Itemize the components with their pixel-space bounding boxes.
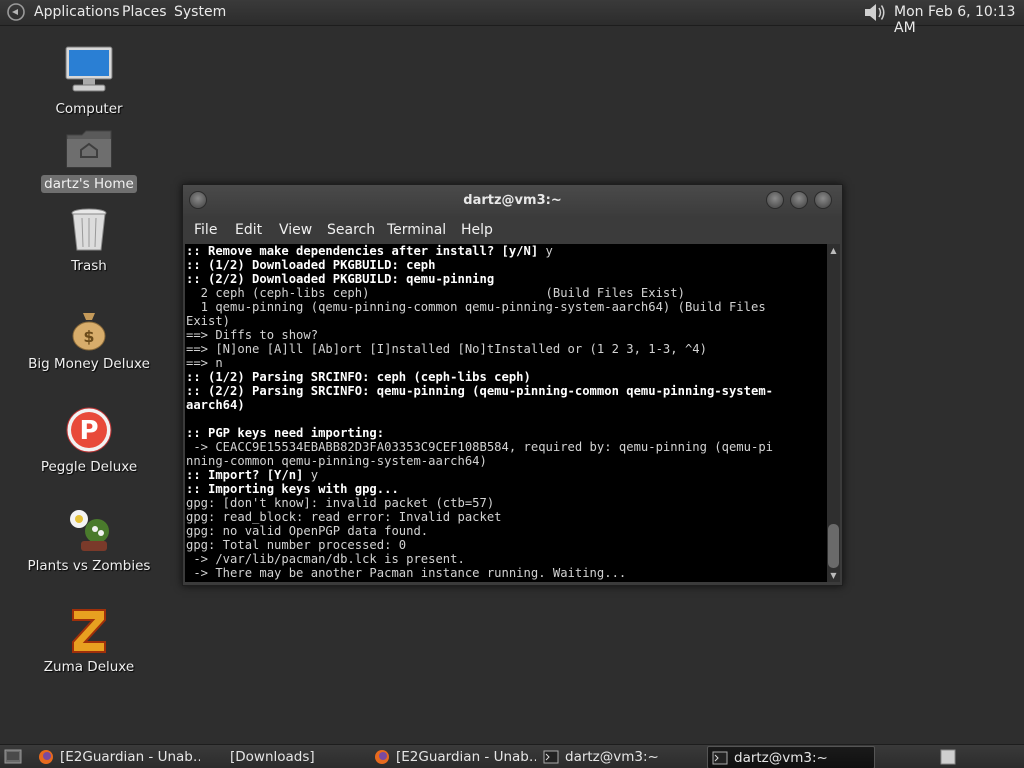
- zuma-icon: [72, 609, 106, 653]
- terminal-scrollbar[interactable]: ▲ ▼: [827, 244, 840, 582]
- terminal-line: ==> [N]one [A]ll [Ab]ort [I]nstalled [No…: [186, 342, 707, 356]
- desktop-icon-label: Computer: [55, 101, 123, 117]
- terminal-line: -> /var/lib/pacman/db.lck is present.: [186, 552, 465, 566]
- menu-search[interactable]: Search: [327, 222, 375, 238]
- svg-text:P: P: [79, 416, 98, 446]
- terminal-icon: [712, 751, 728, 765]
- taskbar-item-label: dartz@vm3:~: [734, 750, 828, 766]
- speaker-volume-icon[interactable]: [863, 2, 887, 23]
- top-panel: Applications Places System Mon Feb 6, 10…: [0, 0, 1024, 36]
- terminal-line: :: Importing keys with gpg...: [186, 482, 399, 496]
- menu-view[interactable]: View: [279, 222, 312, 238]
- firefox-icon: [375, 750, 389, 764]
- trash-icon: [71, 208, 107, 251]
- menu-edit[interactable]: Edit: [235, 222, 262, 238]
- terminal-line: aarch64): [186, 398, 245, 412]
- desktop-icon-trash[interactable]: Trash: [4, 207, 174, 275]
- clock[interactable]: Mon Feb 6, 10:13 AM: [894, 4, 1024, 36]
- taskbar-item-label: [Downloads]: [230, 749, 315, 765]
- window-titlebar[interactable]: dartz@vm3:~: [183, 185, 842, 216]
- terminal-line: ==> n: [186, 356, 223, 370]
- terminal-line: gpg: [don't know]: invalid packet (ctb=5…: [186, 496, 495, 510]
- desktop-icon-label: Plants vs Zombies: [27, 558, 151, 574]
- taskbar-item-active[interactable]: dartz@vm3:~: [707, 746, 875, 768]
- taskbar-item[interactable]: [E2Guardian - Unab…: [34, 746, 200, 767]
- window-title: dartz@vm3:~: [463, 193, 562, 208]
- minimize-icon[interactable]: [766, 191, 784, 209]
- terminal-output[interactable]: :: Remove make dependencies after instal…: [185, 244, 827, 582]
- gnome-foot-icon[interactable]: [7, 3, 25, 21]
- menu-terminal[interactable]: Terminal: [387, 222, 446, 238]
- terminal-icon: [543, 750, 559, 764]
- menu-system[interactable]: System: [174, 4, 226, 20]
- terminal-line: ==> Diffs to show?: [186, 328, 319, 342]
- terminal-line: -> There may be another Pacman instance …: [186, 566, 627, 580]
- terminal-window: dartz@vm3:~ File Edit View Search Termin…: [182, 184, 843, 586]
- taskbar-item-label: [E2Guardian - Unab…: [396, 749, 536, 765]
- scroll-down-icon[interactable]: ▼: [829, 571, 838, 580]
- terminal-line: :: PGP keys need importing:: [186, 426, 385, 440]
- bottom-panel: [E2Guardian - Unab… [Downloads] [E2Guard…: [0, 744, 1024, 768]
- terminal-line: -> CEACC9E15534EBABB82D3FA03353C9CEF108B…: [186, 440, 773, 454]
- show-desktop-icon[interactable]: [4, 749, 22, 765]
- taskbar-item[interactable]: [E2Guardian - Unab…: [370, 746, 536, 767]
- desktop-icon-zuma[interactable]: Zuma Deluxe: [4, 606, 174, 676]
- terminal-menubar: File Edit View Search Terminal Help: [183, 216, 842, 244]
- taskbar-item[interactable]: [Downloads]: [204, 746, 368, 767]
- desktop-icon-label: Zuma Deluxe: [43, 659, 135, 675]
- desktop-icon-pvz[interactable]: Plants vs Zombies: [4, 505, 174, 575]
- taskbar-item-label: [E2Guardian - Unab…: [60, 749, 200, 765]
- workspace-switcher-icon[interactable]: [940, 749, 956, 765]
- terminal-line: :: (2/2) Parsing SRCINFO: qemu-pinning (…: [186, 384, 773, 398]
- terminal-line: :: (1/2) Downloaded PKGBUILD: ceph: [186, 258, 436, 272]
- peggle-icon: P: [66, 407, 112, 453]
- menu-help[interactable]: Help: [461, 222, 493, 238]
- scroll-up-icon[interactable]: ▲: [829, 246, 838, 255]
- desktop-icon-home[interactable]: dartz's Home: [4, 127, 174, 193]
- desktop: Applications Places System Mon Feb 6, 10…: [0, 0, 1024, 768]
- taskbar-item[interactable]: dartz@vm3:~: [539, 746, 705, 767]
- scrollbar-thumb[interactable]: [828, 524, 839, 568]
- firefox-icon: [39, 750, 53, 764]
- menu-applications[interactable]: Applications: [34, 4, 120, 20]
- close-icon[interactable]: [814, 191, 832, 209]
- desktop-icon-computer[interactable]: Computer: [4, 44, 174, 118]
- terminal-line: :: (2/2) Downloaded PKGBUILD: qemu-pinni…: [186, 272, 495, 286]
- maximize-icon[interactable]: [790, 191, 808, 209]
- terminal-line: gpg: read_block: read error: Invalid pac…: [186, 510, 502, 524]
- terminal-line: :: Import? [Y/n] y: [186, 468, 319, 482]
- terminal-line: 1 qemu-pinning (qemu-pinning-common qemu…: [186, 300, 766, 314]
- menu-file[interactable]: File: [194, 222, 217, 238]
- desktop-icon-label: Big Money Deluxe: [28, 356, 150, 372]
- desktop-icon-peggle[interactable]: P Peggle Deluxe: [4, 406, 174, 476]
- terminal-line: nning-common qemu-pinning-system-aarch64…: [186, 454, 487, 468]
- desktop-icon-label: dartz's Home: [41, 175, 137, 193]
- desktop-icon-label: Peggle Deluxe: [40, 459, 138, 475]
- terminal-line: gpg: no valid OpenPGP data found.: [186, 524, 429, 538]
- taskbar-item-label: dartz@vm3:~: [565, 749, 659, 765]
- home-folder-icon: [66, 130, 112, 168]
- desktop-icon-big-money[interactable]: $ Big Money Deluxe: [4, 309, 174, 373]
- desktop-icon-label: Trash: [71, 258, 107, 274]
- menu-places[interactable]: Places: [122, 4, 167, 20]
- plants-vs-zombies-icon: [70, 510, 109, 551]
- terminal-line: :: Remove make dependencies after instal…: [186, 244, 553, 258]
- svg-text:$: $: [83, 327, 94, 346]
- terminal-line: 2 ceph (ceph-libs ceph) (Build Files Exi…: [186, 286, 685, 300]
- terminal-line: Exist): [186, 314, 231, 328]
- terminal-line: :: (1/2) Parsing SRCINFO: ceph (ceph-lib…: [186, 370, 531, 384]
- money-bag-icon: $: [72, 313, 106, 351]
- terminal-line: gpg: Total number processed: 0: [186, 538, 407, 552]
- computer-icon: [65, 46, 113, 92]
